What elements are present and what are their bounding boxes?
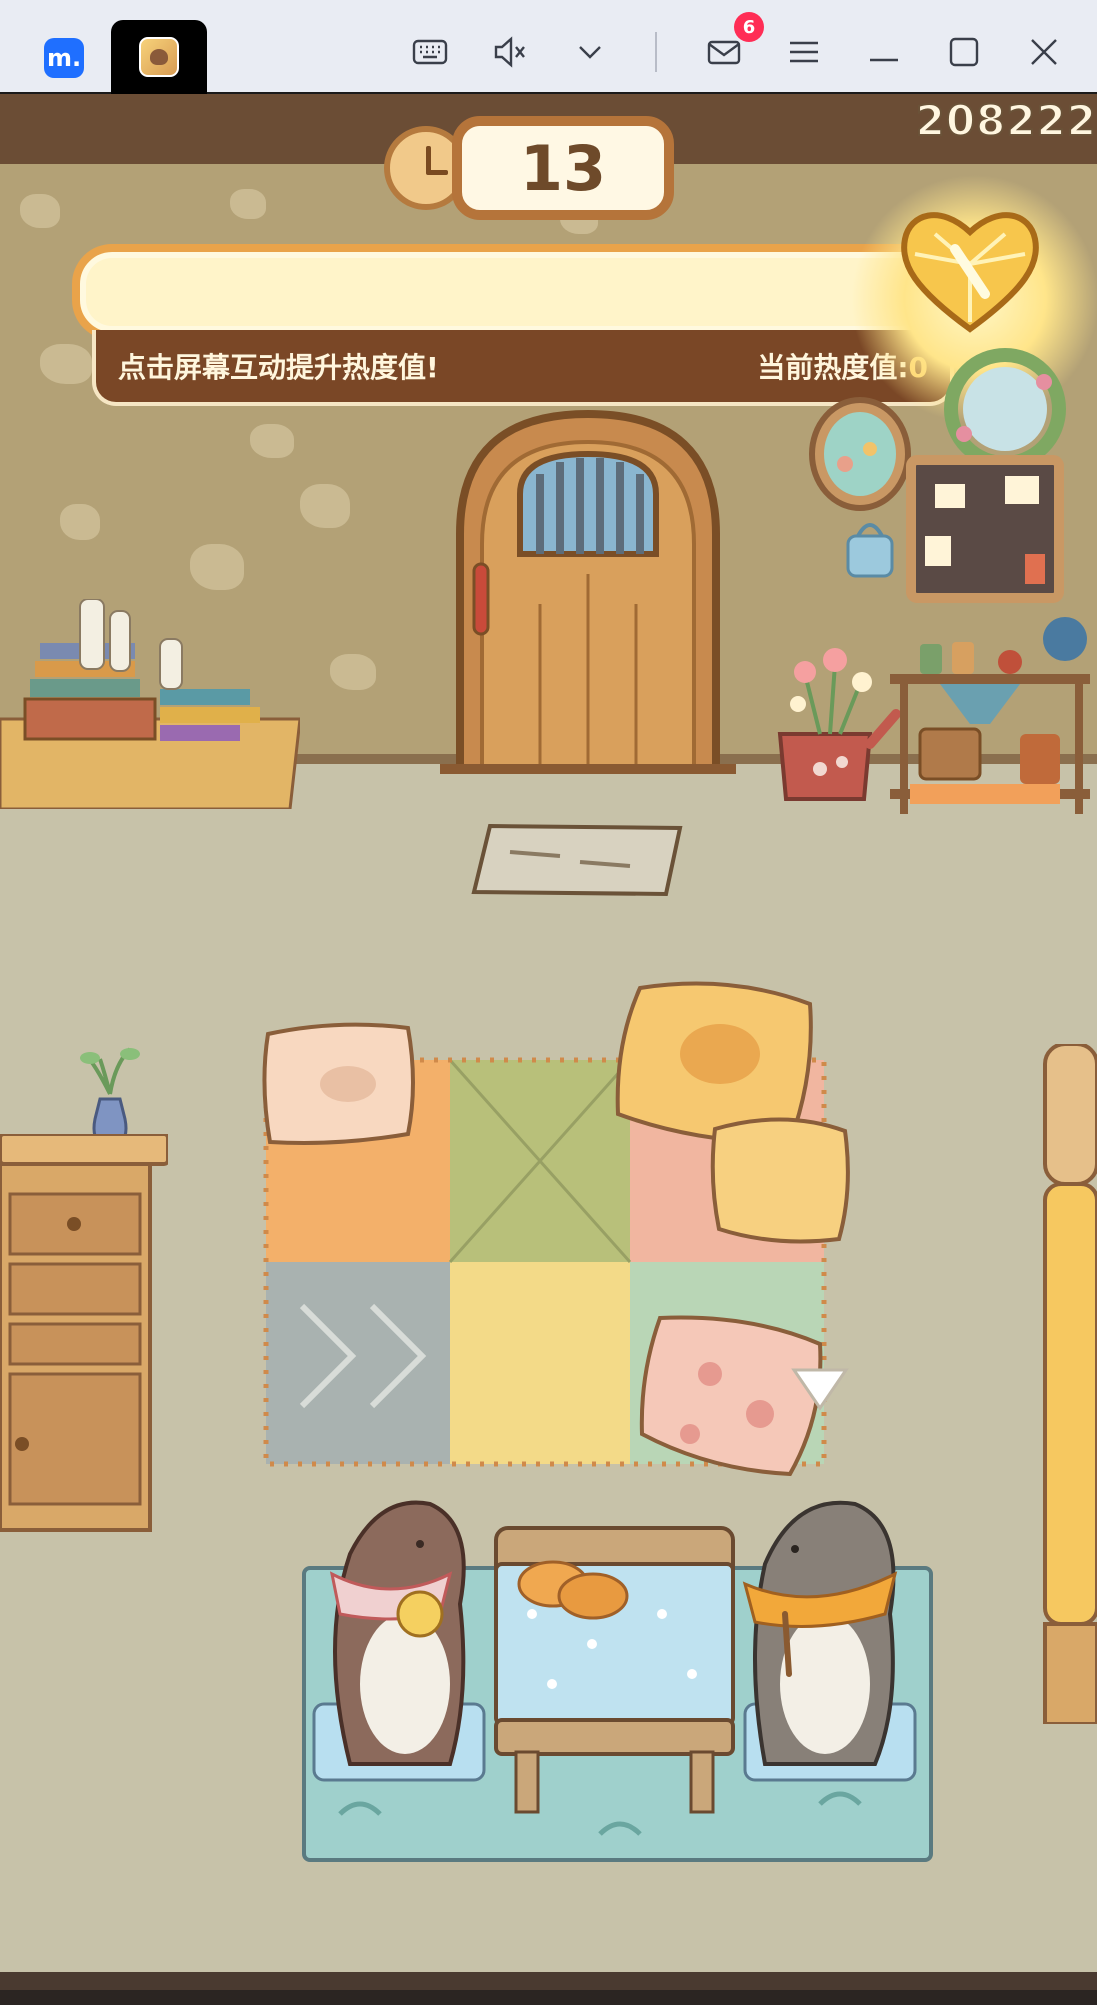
flower-watering-can	[777, 648, 900, 801]
menu-icon	[790, 41, 818, 63]
keyboard-icon	[412, 39, 448, 65]
corner-code: 208222	[915, 95, 1097, 146]
gold-heart-icon[interactable]	[895, 194, 1045, 344]
chevron-down-icon	[579, 46, 601, 59]
otter-character-right[interactable]	[725, 1494, 925, 1784]
scene-bottom-edge	[0, 1972, 1097, 1990]
minimize-icon	[870, 58, 898, 62]
countdown-timer: 13	[452, 116, 674, 220]
mute-button[interactable]	[488, 30, 532, 74]
keyboard-button[interactable]	[408, 30, 452, 74]
timer-value: 13	[519, 131, 607, 205]
tote-bag	[846, 523, 894, 578]
mail-unread-badge: 6	[734, 12, 764, 42]
heat-hint-text: 点击屏幕互动提升热度值!	[118, 351, 439, 384]
minimize-button[interactable]	[862, 30, 906, 74]
oval-mirror	[809, 397, 911, 511]
game-tab[interactable]	[111, 20, 207, 94]
wooden-dresser[interactable]	[0, 1134, 168, 1534]
cushion-peach[interactable]	[258, 1014, 418, 1154]
kitchen-shelf	[890, 617, 1090, 814]
game-app-icon	[139, 37, 179, 77]
mute-icon	[494, 36, 525, 68]
app-logo[interactable]: m.	[44, 38, 84, 78]
wooden-door[interactable]	[440, 404, 736, 774]
bed-edge	[1043, 1044, 1097, 1724]
game-scene[interactable]: 13 208222 点击屏幕互动提升热度值! 当前热度值:0	[0, 94, 1097, 1990]
otter-character-left[interactable]	[310, 1494, 500, 1784]
pastry-plate[interactable]	[515, 1554, 630, 1624]
memo-board	[906, 455, 1064, 603]
maximize-icon	[949, 37, 979, 67]
triangle-pointer-icon[interactable]	[790, 1364, 850, 1414]
dropdown-button[interactable]	[568, 30, 612, 74]
window-titlebar: m. 6	[0, 0, 1097, 94]
heat-progress-bar	[72, 244, 942, 340]
toolbar-divider	[655, 32, 657, 72]
door-mat	[471, 823, 683, 897]
book-stack	[0, 599, 300, 809]
close-icon	[1031, 39, 1057, 65]
mail-icon	[707, 40, 741, 65]
close-button[interactable]	[1022, 30, 1066, 74]
cushion-gold[interactable]	[705, 1109, 855, 1249]
maximize-button[interactable]	[942, 30, 986, 74]
menu-button[interactable]	[782, 30, 826, 74]
